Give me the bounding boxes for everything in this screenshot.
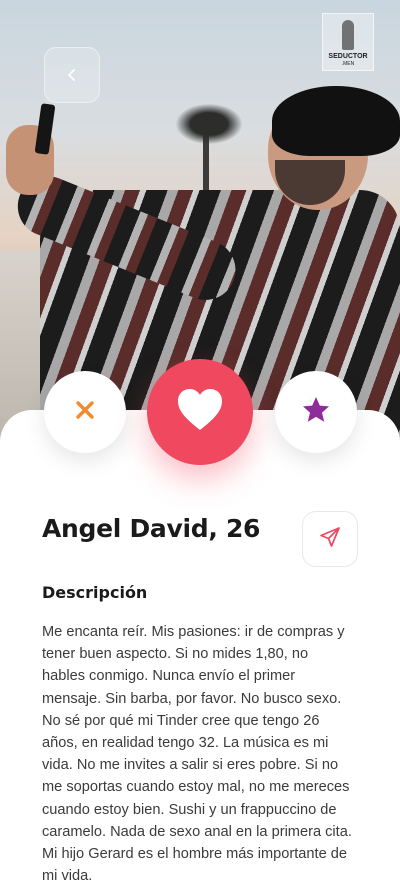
close-icon (74, 399, 96, 425)
back-button[interactable] (44, 47, 100, 103)
chevron-left-icon (65, 63, 79, 88)
logo-text: SEDUCTOR (328, 53, 368, 60)
photo-palm-leaves (176, 104, 242, 144)
brand-logo: SEDUCTOR .MEN (322, 13, 374, 71)
profile-name-age: Angel David, 26 (42, 514, 261, 543)
logo-figure-icon (342, 20, 354, 50)
superlike-button[interactable] (275, 371, 357, 453)
send-icon (318, 525, 342, 553)
send-message-button[interactable] (302, 511, 358, 567)
description-text: Me encanta reír. Mis pasiones: ir de com… (42, 624, 352, 885)
star-icon (301, 395, 331, 429)
heart-icon (176, 388, 224, 436)
like-button[interactable] (147, 359, 253, 465)
logo-subtext: .MEN (341, 61, 355, 67)
description-heading: Descripción (42, 583, 148, 602)
photo-person-hat (272, 86, 400, 156)
dislike-button[interactable] (44, 371, 126, 453)
